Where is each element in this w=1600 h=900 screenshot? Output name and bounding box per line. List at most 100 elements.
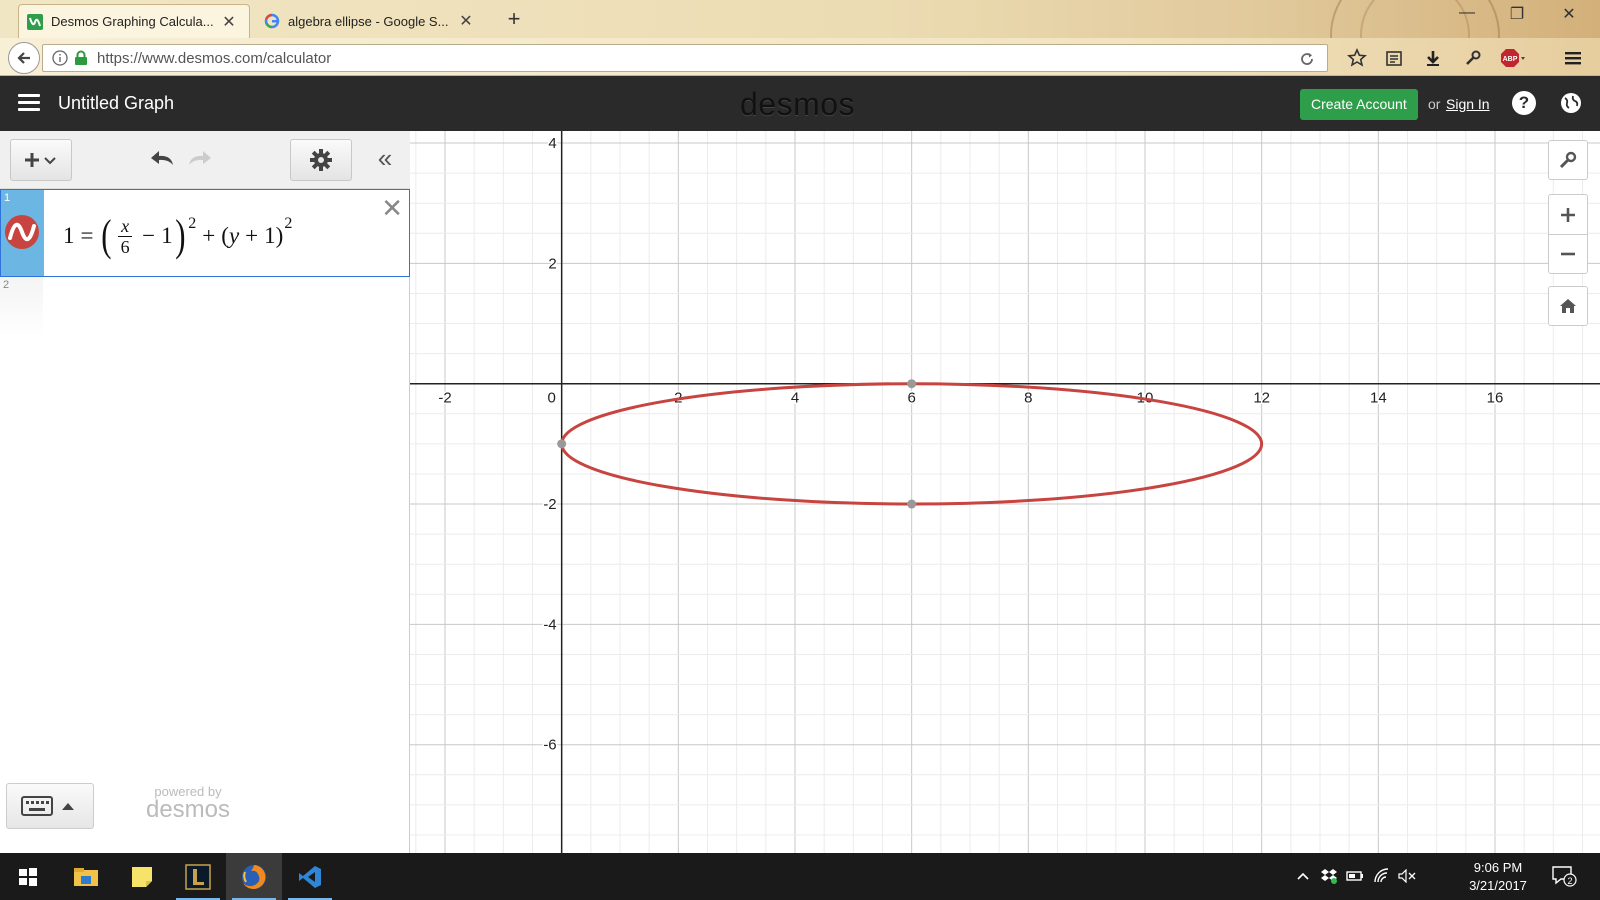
expression-gutter: 1: [1, 190, 44, 276]
math-plus: +: [202, 223, 216, 248]
restore-icon[interactable]: ❐: [1502, 4, 1532, 28]
x-tick-label: 8: [1024, 390, 1032, 407]
plus-icon: [1561, 207, 1575, 222]
redo-icon[interactable]: [184, 147, 214, 171]
x-tick-label: 4: [791, 390, 799, 407]
tab-close-icon[interactable]: ✕: [221, 12, 237, 32]
math-paren: ): [275, 223, 284, 248]
svg-text:ABP: ABP: [1503, 56, 1518, 63]
or-label: or: [1428, 96, 1441, 112]
desmos-logo: desmos: [740, 86, 856, 122]
math-constant: 1: [264, 223, 276, 248]
keyboard-icon: [21, 796, 74, 816]
graph-paper[interactable]: -2 0 2 4 6 8 10 12 14 16 4 2 -2 -4 -6: [410, 131, 1600, 853]
undo-icon[interactable]: [148, 147, 178, 171]
expression-row-empty[interactable]: 2: [0, 277, 410, 337]
taskbar-vscode[interactable]: [282, 853, 338, 900]
minus-icon: [1561, 252, 1575, 256]
add-item-button[interactable]: [10, 139, 72, 181]
info-icon[interactable]: [51, 49, 69, 67]
point-of-interest: [907, 379, 917, 389]
taskbar-firefox[interactable]: [226, 853, 282, 900]
expression-gutter: 2: [0, 277, 43, 337]
clock-date: 3/21/2017: [1469, 878, 1527, 893]
address-bar[interactable]: https://www.desmos.com/calculator: [42, 44, 1328, 72]
zoom-in-button[interactable]: [1548, 194, 1588, 234]
taskbar-file-explorer[interactable]: [58, 853, 114, 900]
graph-settings-button[interactable]: [290, 139, 352, 181]
adblock-icon[interactable]: ABP: [1500, 46, 1526, 70]
wrench-icon[interactable]: [1460, 46, 1486, 70]
start-button[interactable]: [0, 853, 56, 900]
zoom-out-button[interactable]: [1548, 234, 1588, 274]
create-account-button[interactable]: Create Account: [1300, 89, 1418, 120]
math-exponent: 2: [284, 215, 293, 232]
taskbar-sticky-notes[interactable]: [114, 853, 170, 900]
fraction-numerator: x: [121, 215, 130, 236]
y-tick-label: 4: [548, 135, 556, 152]
math-exponent: 2: [188, 215, 197, 232]
taskbar-league-of-legends[interactable]: [170, 853, 226, 900]
math-paren: (: [221, 223, 229, 248]
x-tick-label: 12: [1253, 390, 1270, 407]
graph-title[interactable]: Untitled Graph: [58, 93, 174, 114]
curve-color-icon[interactable]: [5, 215, 39, 249]
reading-list-icon[interactable]: [1381, 46, 1407, 70]
tab-close-icon[interactable]: ✕: [458, 11, 474, 31]
graph-settings-wrench-button[interactable]: [1548, 140, 1588, 180]
action-center-icon[interactable]: 2: [1550, 866, 1578, 887]
browser-toolbar: https://www.desmos.com/calculator ABP: [0, 38, 1600, 76]
expression-row[interactable]: 1 1 = ( x 6 − 1 ) 2 + ( y + 1 ) 2 ✕: [0, 189, 410, 277]
tab-title: algebra ellipse - Google S...: [288, 13, 449, 29]
close-window-icon[interactable]: ✕: [1554, 4, 1584, 28]
hamburger-menu-icon[interactable]: [18, 94, 40, 112]
tab-google[interactable]: algebra ellipse - Google S... ✕: [256, 4, 492, 38]
default-viewport-button[interactable]: [1548, 286, 1588, 326]
download-icon[interactable]: [1420, 46, 1446, 70]
x-tick-label: 16: [1487, 390, 1504, 407]
browser-tab-bar: Desmos Graphing Calcula... ✕ algebra ell…: [0, 0, 1600, 110]
windows-taskbar: 9:06 PM 3/21/2017 2: [0, 853, 1600, 900]
keyboard-toggle-button[interactable]: [6, 783, 94, 829]
back-button[interactable]: [8, 42, 40, 74]
system-clock[interactable]: 9:06 PM 3/21/2017: [1456, 859, 1540, 895]
bookmark-star-icon[interactable]: [1344, 46, 1370, 70]
x-tick-label: 14: [1370, 390, 1387, 407]
firefox-icon: [242, 864, 266, 889]
expression-math[interactable]: 1 = ( x 6 − 1 ) 2 + ( y + 1 ) 2: [63, 208, 292, 264]
browser-menu-icon[interactable]: [1560, 46, 1586, 70]
point-of-interest: [557, 439, 567, 449]
y-tick-label: -6: [543, 737, 556, 754]
tab-desmos[interactable]: Desmos Graphing Calcula... ✕: [18, 4, 250, 38]
battery-icon[interactable]: [1345, 867, 1365, 885]
dropbox-icon[interactable]: [1319, 867, 1339, 885]
tray-show-hidden-icon[interactable]: [1293, 867, 1313, 885]
clock-time: 9:06 PM: [1473, 860, 1523, 875]
math-equals: =: [80, 223, 94, 248]
volume-muted-icon[interactable]: [1398, 867, 1418, 885]
plus-dropdown-icon: [25, 153, 56, 167]
math-variable-y: y: [228, 223, 240, 248]
help-icon[interactable]: ?: [1512, 91, 1536, 115]
powered-by-brand: desmos: [145, 796, 231, 823]
math-fraction: x 6: [118, 215, 133, 257]
fraction-denominator: 6: [120, 236, 130, 257]
graph-canvas[interactable]: -2 0 2 4 6 8 10 12 14 1642-2-4-6: [410, 131, 1600, 853]
new-tab-icon[interactable]: +: [502, 6, 526, 32]
sign-in-link[interactable]: Sign In: [1446, 96, 1490, 112]
collapse-panel-icon[interactable]: «: [370, 145, 400, 175]
math-plus: +: [245, 223, 259, 248]
math-minus: −: [142, 223, 156, 248]
desmos-favicon-icon: [27, 13, 43, 30]
folder-icon: [74, 867, 98, 886]
x-tick-label: 0: [547, 390, 555, 407]
reload-icon[interactable]: [1297, 49, 1317, 69]
point-of-interest: [907, 499, 917, 509]
math-constant: 1: [161, 223, 173, 248]
windows-logo-icon: [19, 867, 37, 886]
minimize-icon[interactable]: —: [1452, 4, 1482, 28]
delete-expression-icon[interactable]: ✕: [381, 195, 403, 221]
globe-icon[interactable]: [1559, 91, 1583, 115]
wifi-icon[interactable]: [1372, 867, 1392, 885]
vscode-icon: [299, 865, 321, 888]
